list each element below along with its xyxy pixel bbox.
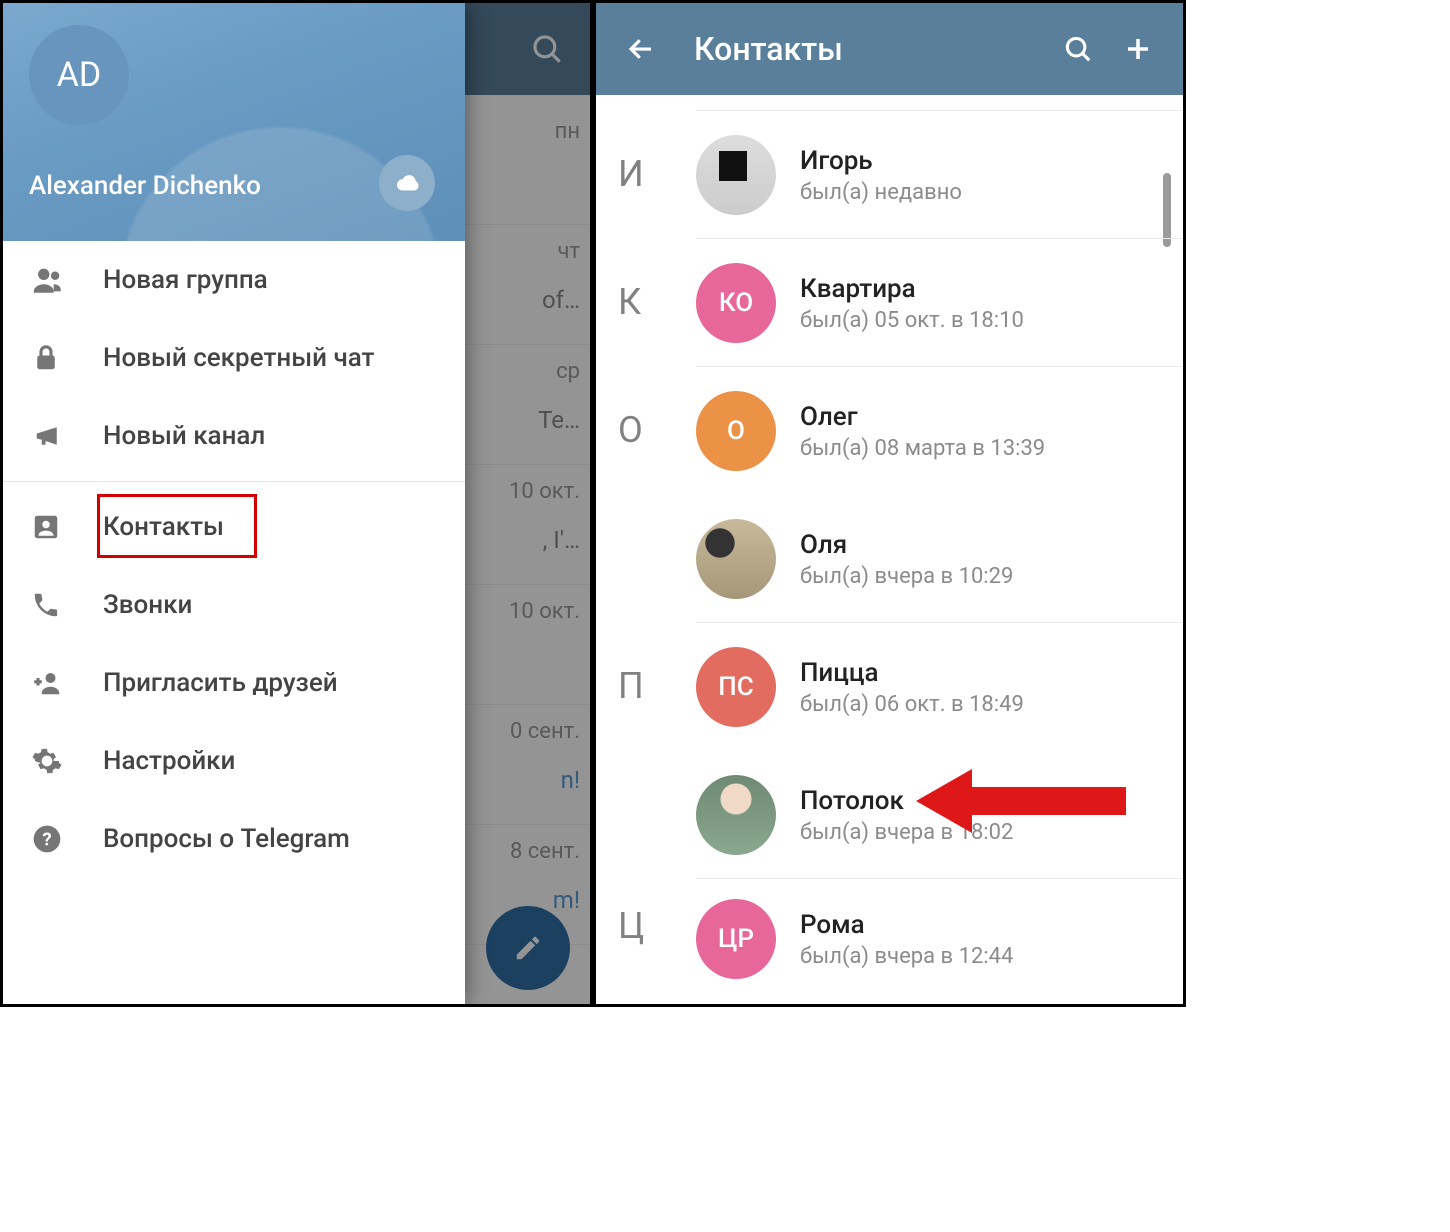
menu-label: Новый канал bbox=[103, 421, 265, 451]
menu-label: Вопросы о Telegram bbox=[103, 824, 350, 854]
contact-status: был(а) 05 окт. в 18:10 bbox=[800, 308, 1183, 333]
faq-item[interactable]: ? Вопросы о Telegram bbox=[3, 800, 465, 878]
drawer-menu: Новая группа Новый секретный чат Новый к… bbox=[3, 241, 465, 878]
telegram-drawer-screen: пн чт of… ср Te… 10 окт. , I'… 10 окт. bbox=[3, 3, 590, 1004]
contact-row[interactable]: Оля был(а) вчера в 10:29 bbox=[596, 495, 1183, 623]
lock-icon bbox=[31, 342, 103, 374]
contact-row[interactable]: КО Квартира был(а) 05 окт. в 18:10 bbox=[596, 239, 1183, 367]
contact-status: был(а) недавно bbox=[800, 180, 1183, 205]
contact-name: Пицца bbox=[800, 658, 1183, 688]
settings-item[interactable]: Настройки bbox=[3, 722, 465, 800]
menu-label: Новый секретный чат bbox=[103, 343, 374, 373]
contact-name: Оля bbox=[800, 530, 1183, 560]
gear-icon bbox=[31, 745, 103, 777]
contact-row[interactable]: О Олег был(а) 08 марта в 13:39 bbox=[596, 367, 1183, 495]
menu-label: Настройки bbox=[103, 746, 235, 776]
invite-friends-item[interactable]: Пригласить друзей bbox=[3, 644, 465, 722]
menu-label: Пригласить друзей bbox=[103, 668, 338, 698]
person-add-icon bbox=[31, 668, 103, 698]
contact-avatar: КО bbox=[696, 263, 776, 343]
contact-status: был(а) вчера в 18:02 bbox=[800, 820, 1183, 845]
appbar-title: Контакты bbox=[694, 30, 1053, 68]
help-icon: ? bbox=[31, 823, 103, 855]
contact-avatar: ЦР bbox=[696, 899, 776, 979]
contacts-item[interactable]: Контакты bbox=[3, 488, 465, 566]
contact-row[interactable]: Игорь был(а) недавно bbox=[596, 111, 1183, 239]
contact-row[interactable]: Потолок был(а) вчера в 18:02 bbox=[596, 751, 1183, 879]
drawer-scrim[interactable] bbox=[450, 3, 590, 1004]
megaphone-icon bbox=[31, 421, 103, 451]
contact-row[interactable]: ПС Пицца был(а) 06 окт. в 18:49 bbox=[596, 623, 1183, 751]
add-contact-button[interactable] bbox=[1113, 24, 1163, 74]
contact-status: был(а) вчера в 10:29 bbox=[800, 564, 1183, 589]
search-button[interactable] bbox=[1053, 24, 1103, 74]
group-icon bbox=[31, 263, 103, 297]
avatar-initials: О bbox=[727, 416, 745, 446]
svg-text:?: ? bbox=[42, 829, 51, 851]
contact-name: Потолок bbox=[800, 786, 1183, 816]
contact-avatar: О bbox=[696, 391, 776, 471]
secret-chat-item[interactable]: Новый секретный чат bbox=[3, 319, 465, 397]
contacts-screen: Контакты И Игорь бы bbox=[596, 3, 1183, 1004]
contact-avatar bbox=[696, 135, 776, 215]
avatar-initials: КО bbox=[719, 288, 753, 318]
calls-item[interactable]: Звонки bbox=[3, 566, 465, 644]
contact-name: Квартира bbox=[800, 274, 1183, 304]
saved-messages-button[interactable] bbox=[379, 155, 435, 211]
contacts-appbar: Контакты bbox=[596, 3, 1183, 95]
contact-status: был(а) 08 марта в 13:39 bbox=[800, 436, 1183, 461]
menu-label: Контакты bbox=[103, 512, 224, 542]
drawer-header: AD Alexander Dichenko bbox=[3, 3, 465, 241]
menu-label: Новая группа bbox=[103, 265, 268, 295]
back-button[interactable] bbox=[616, 24, 666, 74]
user-avatar[interactable]: AD bbox=[29, 25, 129, 125]
menu-label: Звонки bbox=[103, 590, 192, 620]
new-group-item[interactable]: Новая группа bbox=[3, 241, 465, 319]
contact-status: был(а) 06 окт. в 18:49 bbox=[800, 692, 1183, 717]
contact-status: был(а) вчера в 12:44 bbox=[800, 944, 1183, 969]
menu-separator bbox=[3, 481, 465, 482]
contacts-list[interactable]: И Игорь был(а) недавно К КО bbox=[596, 95, 1183, 1004]
contact-avatar bbox=[696, 519, 776, 599]
contact-row[interactable]: ЦР Рома был(а) вчера в 12:44 bbox=[596, 879, 1183, 999]
phone-icon bbox=[31, 590, 103, 620]
user-name: Alexander Dichenko bbox=[29, 171, 261, 201]
avatar-initials: AD bbox=[57, 55, 102, 95]
avatar-initials: ПС bbox=[718, 672, 753, 702]
new-channel-item[interactable]: Новый канал bbox=[3, 397, 465, 475]
contact-name: Игорь bbox=[800, 146, 1183, 176]
contact-icon bbox=[31, 512, 103, 542]
contact-name: Олег bbox=[800, 402, 1183, 432]
contact-avatar bbox=[696, 775, 776, 855]
navigation-drawer: AD Alexander Dichenko Новая группа bbox=[3, 3, 465, 1004]
avatar-initials: ЦР bbox=[718, 924, 754, 954]
contact-avatar: ПС bbox=[696, 647, 776, 727]
contact-name: Рома bbox=[800, 910, 1183, 940]
